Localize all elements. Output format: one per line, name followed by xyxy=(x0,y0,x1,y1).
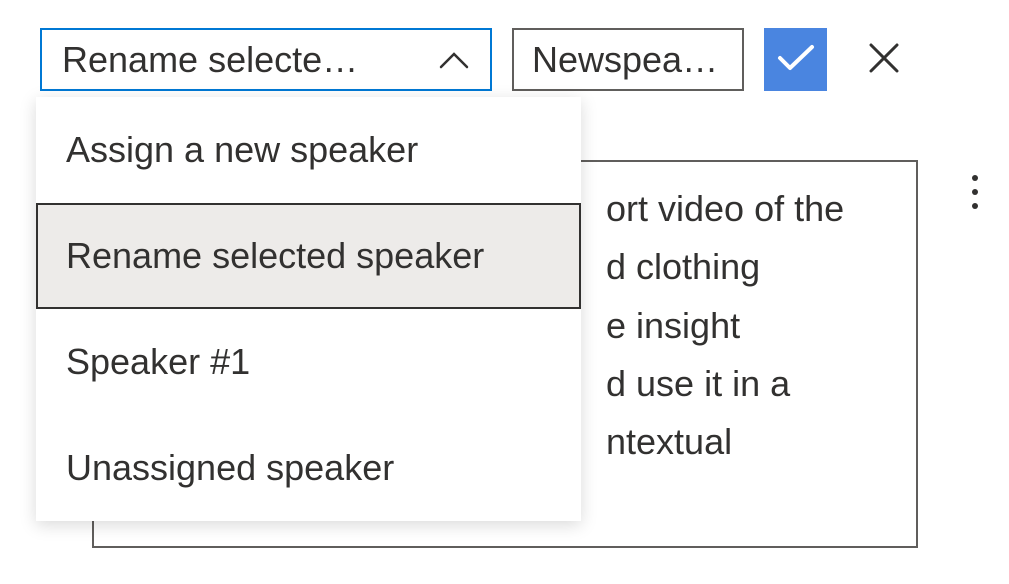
close-icon xyxy=(868,42,900,77)
chevron-up-icon xyxy=(438,44,470,76)
speaker-action-menu: Assign a new speaker Rename selected spe… xyxy=(36,97,581,521)
menu-item-speaker-1[interactable]: Speaker #1 xyxy=(36,309,581,415)
menu-item-unassigned-speaker[interactable]: Unassigned speaker xyxy=(36,415,581,521)
cancel-button[interactable] xyxy=(852,28,915,91)
menu-item-rename-speaker[interactable]: Rename selected speaker xyxy=(36,203,581,309)
check-icon xyxy=(777,43,815,76)
toolbar: Rename selecte… xyxy=(40,28,969,91)
more-options-button[interactable] xyxy=(955,172,995,212)
confirm-button[interactable] xyxy=(764,28,827,91)
speaker-action-dropdown[interactable]: Rename selecte… xyxy=(40,28,492,91)
dropdown-selected-label: Rename selecte… xyxy=(62,39,408,81)
more-icon-dot xyxy=(972,175,978,181)
menu-item-assign-speaker[interactable]: Assign a new speaker xyxy=(36,97,581,203)
speaker-name-input[interactable] xyxy=(512,28,744,91)
more-icon-dot xyxy=(972,203,978,209)
more-icon-dot xyxy=(972,189,978,195)
